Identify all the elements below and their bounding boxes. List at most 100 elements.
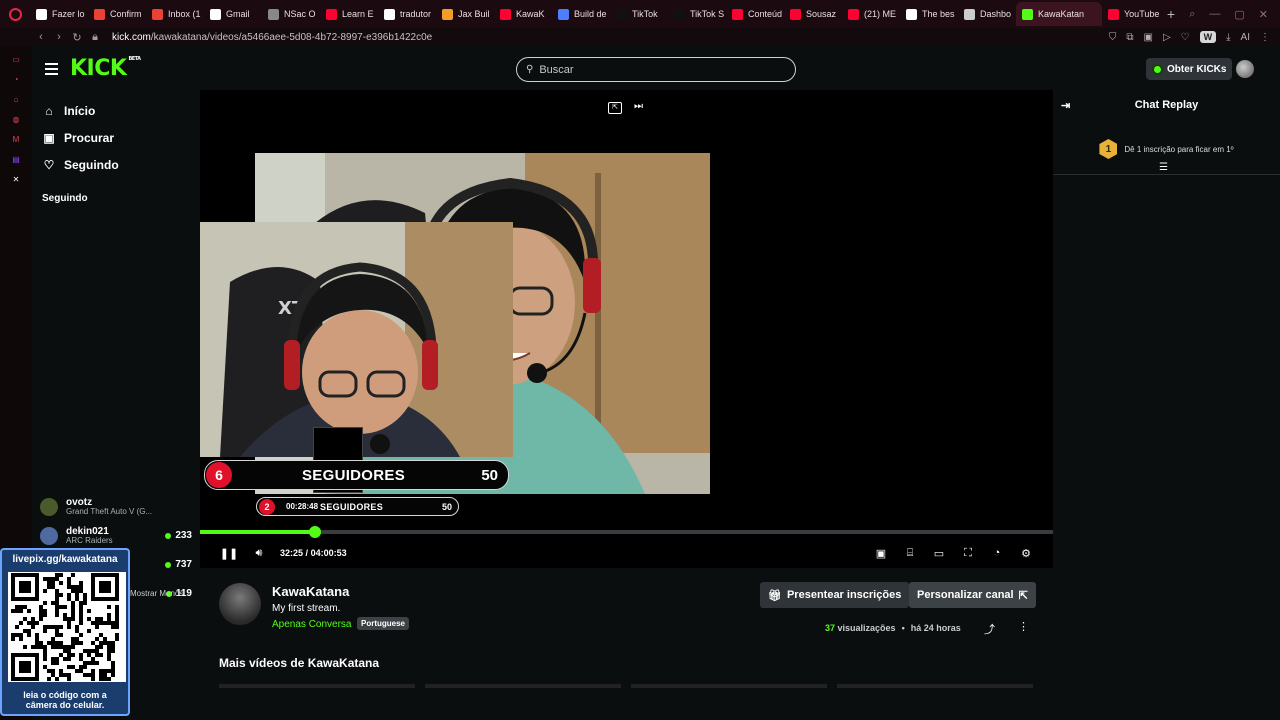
get-kicks-button[interactable]: Obter KICKs bbox=[1146, 58, 1233, 80]
bookmark-icon[interactable]: ⛉ bbox=[1109, 32, 1117, 43]
following-item-dekin021[interactable]: dekin021 ARC Raiders 233 bbox=[40, 521, 192, 550]
settings-gear-icon[interactable]: ⚙ bbox=[1019, 546, 1033, 560]
viewer-count: 737 bbox=[165, 559, 192, 570]
browser-tab[interactable]: Build de bbox=[552, 2, 610, 26]
video-stats: 37 visualizações • há 24 horas bbox=[825, 623, 961, 633]
browser-tab[interactable]: KawaKatan bbox=[1016, 2, 1102, 26]
clip-icon[interactable]: ⌸ bbox=[903, 546, 917, 560]
gmail-icon[interactable]: M bbox=[10, 134, 22, 146]
hamburger-menu-icon[interactable] bbox=[45, 63, 58, 78]
browser-tab[interactable]: KawaK bbox=[494, 2, 552, 26]
history-icon[interactable]: ◔ bbox=[10, 74, 22, 86]
browser-tab[interactable]: (21) ME bbox=[842, 2, 900, 26]
share-icon[interactable]: ⤴ bbox=[984, 621, 995, 637]
nav-home[interactable]: ⌂ Início bbox=[32, 97, 200, 124]
live-dot-icon bbox=[165, 561, 172, 568]
chat-panel: ⇥ Chat Replay 1 Dê 1 inscrição para fica… bbox=[1053, 90, 1280, 720]
menu-dots-icon[interactable]: ⋮ bbox=[1260, 32, 1270, 43]
tab-favicon-icon bbox=[906, 8, 917, 20]
miniplayer-icon[interactable]: ▣ bbox=[874, 546, 888, 560]
browser-tab[interactable]: The bes bbox=[900, 2, 958, 26]
nav-following[interactable]: ♡ Seguindo bbox=[32, 151, 200, 178]
opera-menu-button[interactable] bbox=[0, 0, 30, 28]
theater-mode-icon[interactable]: ▭ bbox=[932, 546, 946, 560]
browser-tab[interactable]: Fazer lo bbox=[30, 2, 88, 26]
x-icon[interactable]: ✕ bbox=[10, 174, 22, 186]
volume-icon[interactable]: 🔊︎ bbox=[252, 546, 266, 560]
browser-tab-strip: Fazer lo Confirm Inbox (1 Gmail NSac O Learn … bbox=[0, 0, 1280, 28]
progress-handle[interactable] bbox=[309, 526, 322, 538]
progress-fill bbox=[200, 530, 316, 534]
browser-tab[interactable]: tradutor bbox=[378, 2, 436, 26]
collapse-chat-icon[interactable]: ⇥ bbox=[1061, 99, 1070, 112]
show-less-link[interactable]: Mostrar Menos bbox=[130, 589, 183, 598]
qr-url: livepix.gg/kawakatana bbox=[12, 554, 118, 565]
overlay-label: SEGUIDORES bbox=[302, 466, 406, 484]
browser-tab[interactable]: Confirm bbox=[88, 2, 146, 26]
browser-tab[interactable]: Inbox (1 bbox=[146, 2, 204, 26]
browser-tab[interactable]: YouTube bbox=[1102, 2, 1160, 26]
language-tag[interactable]: Portuguese bbox=[357, 617, 410, 630]
user-avatar[interactable] bbox=[1236, 60, 1254, 78]
download-icon[interactable]: ⤓ bbox=[1226, 32, 1230, 43]
following-item-ovotz[interactable]: ovotz Grand Theft Auto V (G... bbox=[40, 492, 192, 521]
bag-icon[interactable]: ⌂ bbox=[10, 94, 22, 106]
followers-goal-overlay: 2 00:28:48 SEGUIDORES 50 bbox=[256, 497, 459, 516]
vpn-icon[interactable]: ▣ bbox=[1144, 32, 1153, 43]
browser-tab[interactable]: TikTok S bbox=[668, 2, 726, 26]
browser-tab[interactable]: NSac O bbox=[262, 2, 320, 26]
channel-avatar[interactable] bbox=[219, 583, 261, 625]
skip-next-icon[interactable]: ⏭ bbox=[634, 101, 643, 112]
kick-logo[interactable]: KICK BETA bbox=[70, 56, 141, 81]
progress-bar[interactable] bbox=[200, 526, 1053, 538]
ai-button[interactable]: AI bbox=[1241, 32, 1250, 43]
nav-browse[interactable]: ▣ Procurar bbox=[32, 124, 200, 151]
chat-filter-icon[interactable]: ☰ bbox=[1159, 162, 1168, 173]
popout-icon[interactable]: ⇱ bbox=[608, 102, 622, 114]
stream-category[interactable]: Apenas Conversa bbox=[272, 619, 352, 630]
search-input[interactable] bbox=[539, 63, 770, 76]
tab-label: TikTok S bbox=[690, 9, 725, 19]
tab-favicon-icon bbox=[442, 8, 453, 20]
webcam-secondary: XT bbox=[200, 222, 513, 457]
browser-tab[interactable]: Jax Buil bbox=[436, 2, 494, 26]
more-options-icon[interactable]: ⋮ bbox=[1018, 620, 1029, 633]
messenger-icon[interactable]: ◍ bbox=[10, 114, 22, 126]
search-icon: ⚲ bbox=[526, 64, 534, 75]
forward-icon[interactable]: › bbox=[50, 31, 68, 43]
reload-icon[interactable]: ↻ bbox=[68, 31, 86, 44]
pause-icon[interactable]: ❚❚ bbox=[220, 546, 238, 560]
browser-tab[interactable]: Sousaz bbox=[784, 2, 842, 26]
browser-tab[interactable]: Learn E bbox=[320, 2, 378, 26]
home-icon: ⌂ bbox=[45, 103, 53, 118]
maximize-icon[interactable]: ▢ bbox=[1234, 8, 1244, 21]
total-time: 04:00:53 bbox=[310, 548, 347, 558]
workspace-icon[interactable]: ▭ bbox=[10, 54, 22, 66]
play-icon[interactable]: ▷ bbox=[1163, 32, 1171, 43]
twitch-icon[interactable]: ▤ bbox=[10, 154, 22, 166]
window-controls: ⌕ — ▢ ✕ bbox=[1189, 8, 1280, 21]
close-window-icon[interactable]: ✕ bbox=[1259, 8, 1268, 21]
tab-favicon-icon bbox=[964, 8, 975, 20]
browser-tab[interactable]: Conteúd bbox=[726, 2, 784, 26]
new-tab-button[interactable]: + bbox=[1160, 6, 1182, 22]
back-icon[interactable]: ‹ bbox=[32, 31, 50, 43]
customize-channel-button[interactable]: Personalizar canal ⇱ bbox=[909, 582, 1036, 608]
heart-bookmark-icon[interactable]: ♡ bbox=[1181, 32, 1190, 43]
browser-tab[interactable]: Gmail bbox=[204, 2, 262, 26]
browser-tab[interactable]: TikTok bbox=[610, 2, 668, 26]
video-player[interactable]: ⇱ ⏭ XT XT bbox=[200, 90, 1053, 568]
browser-tab[interactable]: Dashbo bbox=[958, 2, 1016, 26]
gift-subs-button[interactable]: 🎁︎ Presentear inscrições bbox=[760, 582, 910, 608]
snapshot-icon[interactable]: ⧉ bbox=[1126, 32, 1133, 43]
channel-name[interactable]: KawaKatana bbox=[272, 584, 349, 599]
tab-label: Inbox (1 bbox=[168, 9, 201, 19]
fullscreen-icon[interactable]: ⛶ bbox=[961, 546, 975, 560]
playback-speed-icon[interactable]: ◔ bbox=[990, 546, 1004, 560]
browse-icon: ▣ bbox=[43, 130, 55, 145]
extension-badge[interactable]: W bbox=[1199, 31, 1217, 43]
minimize-icon[interactable]: — bbox=[1209, 8, 1220, 21]
search-tabs-icon[interactable]: ⌕ bbox=[1189, 8, 1195, 21]
url-field[interactable]: kick.com/kawakatana/videos/a5466aee-5d08… bbox=[112, 32, 432, 43]
tab-favicon-icon bbox=[674, 8, 685, 20]
